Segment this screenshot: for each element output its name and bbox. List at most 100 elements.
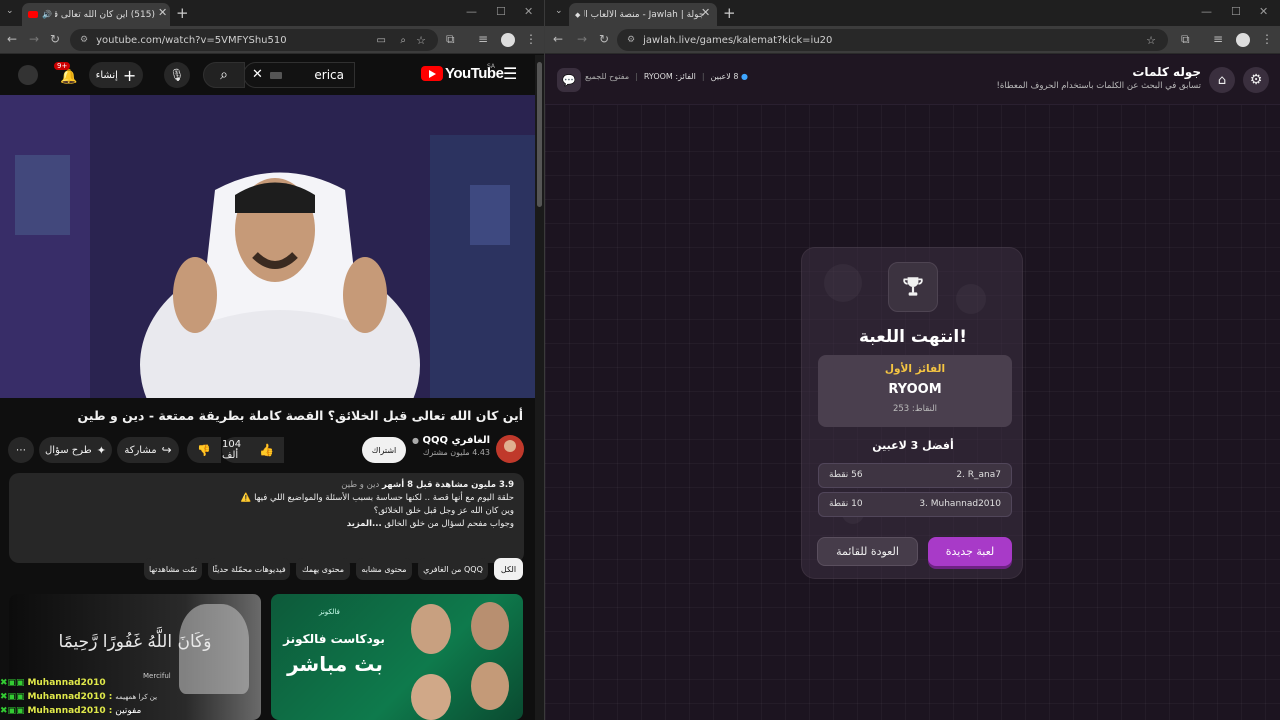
audio-icon[interactable]: 🔊 bbox=[42, 10, 52, 19]
reload-icon[interactable]: ↻ bbox=[50, 32, 60, 46]
new-tab-button[interactable]: + bbox=[176, 4, 189, 22]
reload-icon[interactable]: ↻ bbox=[599, 32, 609, 46]
share-button[interactable]: مشاركة ↪ bbox=[117, 437, 179, 463]
create-button[interactable]: إنشاء + bbox=[89, 62, 143, 88]
new-game-button[interactable]: لعبة جديدة bbox=[928, 537, 1012, 566]
chip-for-you[interactable]: محتوى يهمك bbox=[296, 558, 350, 580]
profile-avatar[interactable] bbox=[1236, 33, 1250, 47]
address-bar[interactable]: ⚙ jawlah.live/games/kalemat?kick=iu20 ☆ bbox=[617, 29, 1168, 51]
menu-icon[interactable]: ⋮ bbox=[525, 32, 537, 46]
search-input[interactable]: erica ✕ bbox=[243, 62, 355, 88]
video-thumbnail-2[interactable]: فالكونز بودكاست فالكونز بث مباشر bbox=[271, 594, 523, 720]
video-frame bbox=[0, 95, 535, 398]
forward-icon[interactable]: → bbox=[29, 32, 39, 46]
close-tab-icon[interactable]: ✕ bbox=[701, 6, 710, 19]
chat-badge-icon: ✖▣▣ bbox=[0, 678, 25, 688]
youtube-favicon-icon bbox=[28, 11, 38, 18]
show-more-link[interactable]: ...المزيد bbox=[347, 519, 382, 529]
chat-user: Muhannad2010 : bbox=[27, 692, 113, 702]
extensions-icon[interactable]: ⧉ bbox=[1181, 32, 1190, 46]
chip-all[interactable]: الكل bbox=[494, 558, 523, 580]
media-icon[interactable]: ≡ bbox=[1213, 32, 1223, 46]
youtube-header: ☰ YouTube SA erica ✕ ⌕ 🎙 إنشاء + 🔔 9+ bbox=[0, 55, 535, 95]
upload-time: قبل 8 أشهر bbox=[381, 480, 433, 490]
new-tab-button[interactable]: + bbox=[723, 4, 736, 22]
back-icon[interactable]: ← bbox=[7, 32, 17, 46]
menu-icon[interactable]: ⋮ bbox=[1261, 32, 1273, 46]
bookmark-star-icon[interactable]: ☆ bbox=[1146, 34, 1156, 47]
home-icon: ⌂ bbox=[1217, 72, 1227, 88]
site-info-icon[interactable]: ⚙ bbox=[80, 35, 88, 45]
jawlah-favicon-icon: ◆ bbox=[575, 10, 581, 19]
description-line-2: وين كان الله عز وجل قبل خلق الخلائق؟ bbox=[373, 506, 514, 516]
channel-avatar[interactable] bbox=[496, 435, 524, 463]
hamburger-menu-icon[interactable]: ☰ bbox=[503, 64, 517, 83]
chat-user: Muhannad2010 : bbox=[27, 706, 113, 716]
thumbs-down-icon: 👎 bbox=[197, 443, 211, 457]
home-button[interactable]: ⌂ bbox=[1209, 67, 1235, 93]
extensions-icon[interactable]: ⧉ bbox=[446, 32, 455, 46]
search-button[interactable]: ⌕ bbox=[203, 62, 245, 88]
voice-search-button[interactable]: 🎙 bbox=[164, 62, 190, 88]
keyboard-icon[interactable] bbox=[270, 72, 282, 79]
player-rank-name: 3. Muhannad2010 bbox=[919, 499, 1001, 509]
chip-from-channel[interactable]: من الغافري QQQ bbox=[418, 558, 488, 580]
zoom-icon[interactable]: ⌕ bbox=[400, 35, 406, 46]
dislike-button[interactable]: 👎 bbox=[187, 437, 221, 463]
more-actions-button[interactable]: ⋯ bbox=[8, 437, 34, 463]
subscriber-count: 4.43 مليون مشترك bbox=[422, 448, 490, 457]
description-box[interactable]: 3.9 مليون مشاهدة قبل 8 أشهر دين و طين حل… bbox=[9, 473, 524, 563]
site-info-icon[interactable]: ⚙ bbox=[627, 35, 635, 45]
thumbnail-live-text: بث مباشر bbox=[287, 652, 383, 676]
profile-avatar[interactable] bbox=[501, 33, 515, 47]
tab-jawlah[interactable]: ◆ جولة | Jawlah - منصة الألعاب الت... bbox=[569, 3, 717, 26]
address-bar[interactable]: ⚙ youtube.com/watch?v=5VMFYShu510 ▭ ⌕ ☆ bbox=[70, 29, 438, 51]
chat-line-2: ✖▣▣ Muhannad2010 : ين كرا همهيمه bbox=[0, 690, 170, 704]
tab-search-icon[interactable]: ⌄ bbox=[555, 6, 563, 16]
settings-button[interactable]: ⚙ bbox=[1243, 67, 1269, 93]
plus-icon: + bbox=[122, 65, 137, 85]
tab-strip: ⌄ 🔊 (515) أين كان الله تعالى قبل ا... ✕ … bbox=[0, 0, 544, 26]
forward-icon[interactable]: → bbox=[577, 32, 587, 46]
clear-search-icon[interactable]: ✕ bbox=[252, 67, 263, 82]
video-player[interactable] bbox=[0, 95, 535, 398]
related-chips: الكل من الغافري QQQ محتوى مشابه محتوى يه… bbox=[0, 558, 535, 582]
subscribe-button[interactable]: اشتراك bbox=[362, 437, 406, 463]
close-tab-icon[interactable]: ✕ bbox=[158, 6, 167, 19]
cast-icon[interactable]: ▭ bbox=[377, 35, 386, 46]
left-browser-window: ⌄ 🔊 (515) أين كان الله تعالى قبل ا... ✕ … bbox=[0, 0, 544, 720]
kick-chat-button[interactable]: 💬 bbox=[557, 68, 581, 92]
browser-toolbar: ← → ↻ ⚙ youtube.com/watch?v=5VMFYShu510 … bbox=[0, 26, 544, 54]
minimize-icon[interactable]: — bbox=[1201, 5, 1212, 18]
channel-row: الغافري QQQ ● 4.43 مليون مشترك اشتراك 10… bbox=[0, 432, 535, 468]
tab-title: (515) أين كان الله تعالى قبل ا... bbox=[55, 9, 155, 20]
host-face-4 bbox=[411, 674, 451, 720]
chip-recent[interactable]: فيديوهات محمّلة حديثًا bbox=[208, 558, 290, 580]
chat-message: مفوتين bbox=[115, 706, 142, 716]
like-button[interactable]: 104 ألف 👍 bbox=[222, 437, 284, 463]
minimize-icon[interactable]: — bbox=[466, 5, 477, 18]
account-avatar[interactable] bbox=[18, 65, 38, 85]
youtube-logo[interactable]: YouTube SA bbox=[421, 63, 504, 82]
ask-button[interactable]: طرح سؤال ✦ bbox=[39, 437, 112, 463]
tab-youtube[interactable]: 🔊 (515) أين كان الله تعالى قبل ا... bbox=[22, 3, 170, 26]
youtube-page: ☰ YouTube SA erica ✕ ⌕ 🎙 إنشاء + 🔔 9+ أي… bbox=[0, 55, 535, 720]
notifications-button[interactable]: 🔔 9+ bbox=[54, 62, 77, 85]
channel-info[interactable]: الغافري QQQ ● 4.43 مليون مشترك bbox=[400, 435, 490, 457]
back-to-list-button[interactable]: العودة للقائمة bbox=[817, 537, 918, 566]
close-window-icon[interactable]: ✕ bbox=[1259, 5, 1268, 18]
chip-watched[interactable]: تمّت مشاهدتها bbox=[144, 558, 202, 580]
maximize-icon[interactable]: ☐ bbox=[1231, 5, 1241, 18]
close-window-icon[interactable]: ✕ bbox=[524, 5, 533, 18]
chat-badge-icon: ✖▣▣ bbox=[0, 692, 25, 702]
maximize-icon[interactable]: ☐ bbox=[496, 5, 506, 18]
channel-name: الغافري QQQ bbox=[422, 435, 490, 446]
media-icon[interactable]: ≡ bbox=[478, 32, 488, 46]
scrollbar-thumb[interactable] bbox=[537, 62, 542, 207]
player-points: 10 نقطة bbox=[829, 499, 863, 509]
back-icon[interactable]: ← bbox=[553, 32, 563, 46]
trophy-icon bbox=[903, 277, 923, 296]
chip-similar[interactable]: محتوى مشابه bbox=[356, 558, 412, 580]
bookmark-star-icon[interactable]: ☆ bbox=[416, 34, 426, 47]
tab-search-icon[interactable]: ⌄ bbox=[6, 6, 14, 16]
